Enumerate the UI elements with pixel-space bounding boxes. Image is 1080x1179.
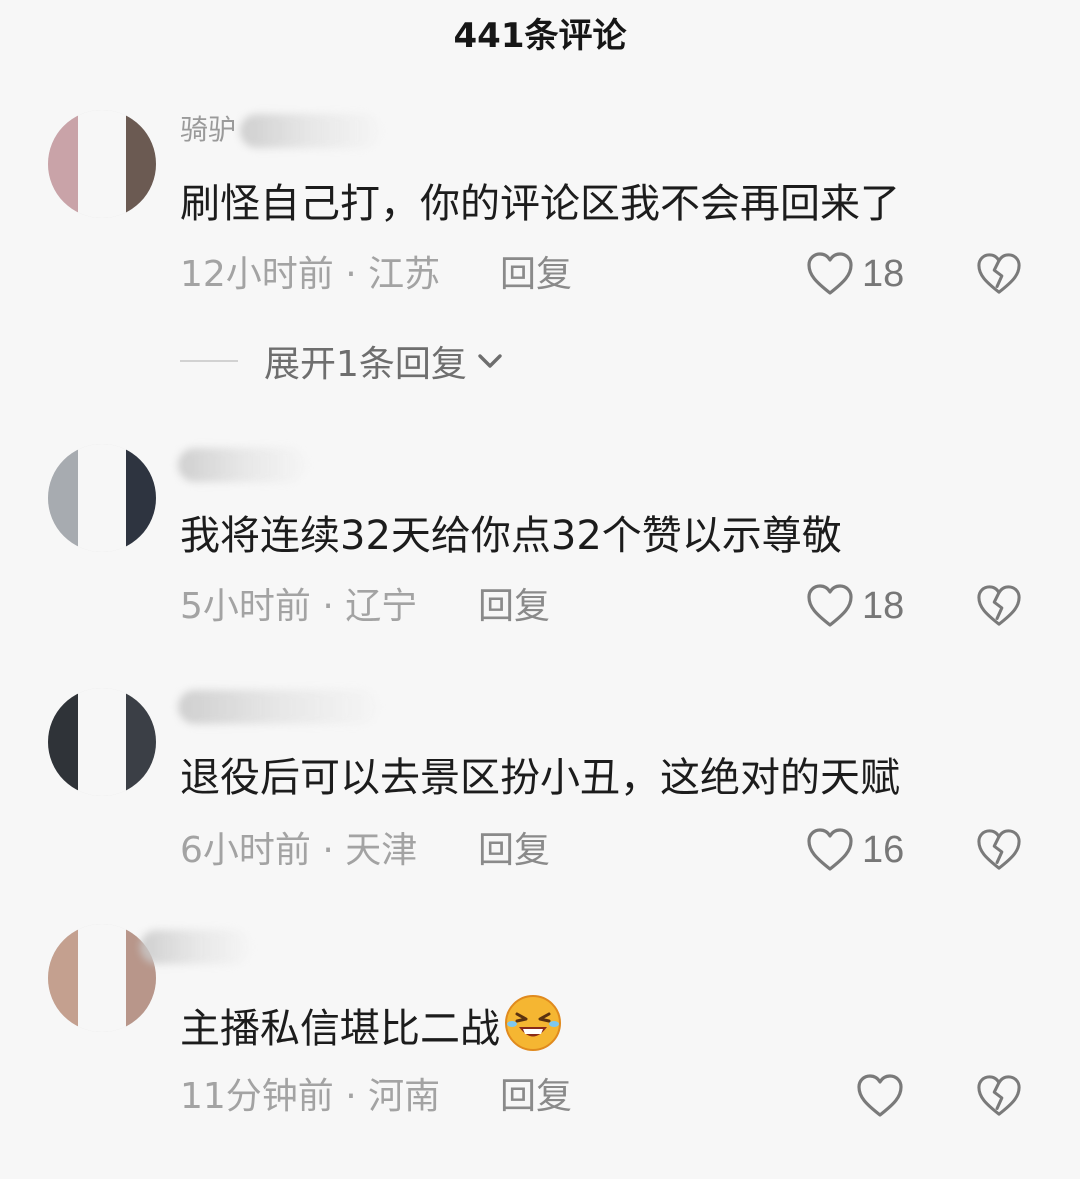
comment-meta: 5小时前 · 辽宁 — [180, 586, 418, 627]
reply-button[interactable]: 回复 — [500, 250, 572, 300]
broken-heart-icon — [977, 253, 1021, 294]
comment-meta: 6小时前 · 天津 — [180, 830, 418, 871]
avatar[interactable] — [48, 110, 156, 218]
expand-replies-button[interactable]: 展开1条回复 — [180, 336, 507, 386]
like-count: 16 — [862, 828, 905, 871]
comment-time: 6小时前 — [180, 830, 311, 871]
laughing-crying-emoji-icon — [505, 995, 561, 1051]
broken-heart-icon — [977, 585, 1021, 626]
like-button[interactable]: 18 — [806, 246, 904, 302]
comment-time: 12小时前 — [180, 254, 334, 295]
like-button[interactable] — [856, 1068, 912, 1124]
comment-time: 5小时前 — [180, 586, 311, 627]
dislike-button[interactable] — [974, 578, 1024, 634]
comment-username[interactable]: 骑驴 — [180, 110, 236, 150]
dislike-button[interactable] — [974, 1068, 1024, 1124]
expand-replies-label: 展开1条回复 — [264, 344, 467, 385]
username-blur — [240, 114, 380, 148]
broken-heart-icon — [977, 1075, 1021, 1116]
comment-location: 辽宁 — [345, 586, 418, 627]
avatar[interactable] — [48, 924, 156, 1032]
dislike-button[interactable] — [974, 246, 1024, 302]
username-blur — [140, 930, 250, 964]
like-count: 18 — [862, 252, 905, 295]
reply-button[interactable]: 回复 — [478, 826, 550, 876]
comments-page: 441条评论 骑驴 刷怪自己打，你的评论区我不会再回来了 12小时前 · 江苏 … — [0, 0, 1080, 1179]
comments-count-title: 441条评论 — [453, 16, 627, 56]
comment-location: 天津 — [345, 830, 418, 871]
heart-outline-icon — [857, 1074, 903, 1117]
chevron-down-icon — [478, 354, 502, 368]
reply-button[interactable]: 回复 — [478, 582, 550, 632]
comment-meta: 12小时前 · 江苏 — [180, 254, 441, 295]
like-button[interactable]: 18 — [806, 578, 904, 634]
comment-text: 我将连续32天给你点32个赞以示尊敬 — [180, 513, 842, 559]
heart-outline-icon — [807, 252, 853, 295]
comment-text: 刷怪自己打，你的评论区我不会再回来了 — [180, 181, 900, 227]
username-blur — [178, 690, 378, 724]
username-blur — [178, 448, 306, 482]
comment-time: 11分钟前 — [180, 1076, 334, 1117]
expand-divider — [180, 360, 238, 362]
reply-button[interactable]: 回复 — [500, 1072, 572, 1122]
like-count: 18 — [862, 584, 905, 627]
like-button[interactable]: 16 — [806, 822, 904, 878]
broken-heart-icon — [977, 829, 1021, 870]
comment-meta: 11分钟前 · 河南 — [180, 1076, 441, 1117]
avatar[interactable] — [48, 444, 156, 552]
comment-text: 退役后可以去景区扮小丑，这绝对的天赋 — [180, 755, 900, 801]
avatar[interactable] — [48, 688, 156, 796]
heart-outline-icon — [807, 584, 853, 627]
comment-location: 河南 — [368, 1076, 441, 1117]
heart-outline-icon — [807, 828, 853, 871]
dislike-button[interactable] — [974, 822, 1024, 878]
comment-location: 江苏 — [368, 254, 441, 295]
comment-text: 主播私信堪比二战 — [180, 994, 562, 1057]
